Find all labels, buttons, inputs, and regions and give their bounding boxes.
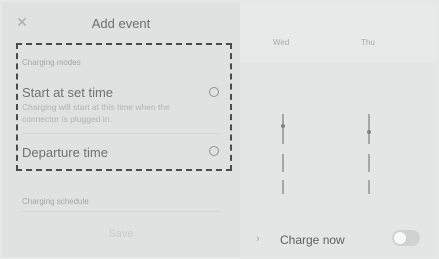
radio-departure-time[interactable] bbox=[209, 146, 219, 156]
charge-now-toggle[interactable] bbox=[392, 230, 420, 246]
radio-start-at-set-time[interactable] bbox=[209, 87, 219, 97]
save-button[interactable]: Save bbox=[2, 228, 240, 240]
mode-title: Departure time bbox=[22, 145, 108, 160]
schedule-bar-wed bbox=[282, 114, 284, 144]
charging-modes-label: Charging modes bbox=[22, 58, 81, 67]
charge-now-bar: › Charge now bbox=[240, 220, 437, 257]
schedule-bar-wed-3 bbox=[282, 180, 284, 194]
schedule-marker-thu bbox=[367, 130, 371, 134]
calendar-area: Wed Thu › Charge now bbox=[240, 2, 437, 257]
divider bbox=[22, 133, 220, 134]
schedule-bar-thu-2 bbox=[368, 154, 370, 172]
panel-header: ✕ Add event bbox=[2, 2, 240, 42]
divider bbox=[22, 211, 220, 212]
chevron-right-icon[interactable]: › bbox=[256, 233, 260, 245]
charging-schedule-label: Charging schedule bbox=[22, 197, 89, 206]
day-label-wed: Wed bbox=[273, 38, 290, 47]
schedule-bar-thu-3 bbox=[368, 180, 370, 194]
screen: ✕ Add event Charging modes Start at set … bbox=[2, 2, 437, 257]
charge-now-label: Charge now bbox=[280, 233, 345, 247]
schedule-marker-wed bbox=[281, 124, 285, 128]
toggle-knob bbox=[394, 232, 406, 244]
add-event-panel: ✕ Add event Charging modes Start at set … bbox=[2, 2, 240, 257]
calendar-day-header: Wed Thu bbox=[240, 2, 437, 62]
day-label-thu: Thu bbox=[361, 38, 375, 47]
schedule-bar-wed-2 bbox=[282, 154, 284, 172]
page-title: Add event bbox=[91, 16, 151, 31]
mode-description: Charging will start at this time when th… bbox=[22, 102, 170, 124]
schedule-bar-thu bbox=[368, 114, 370, 144]
mode-title: Start at set time bbox=[22, 85, 114, 100]
